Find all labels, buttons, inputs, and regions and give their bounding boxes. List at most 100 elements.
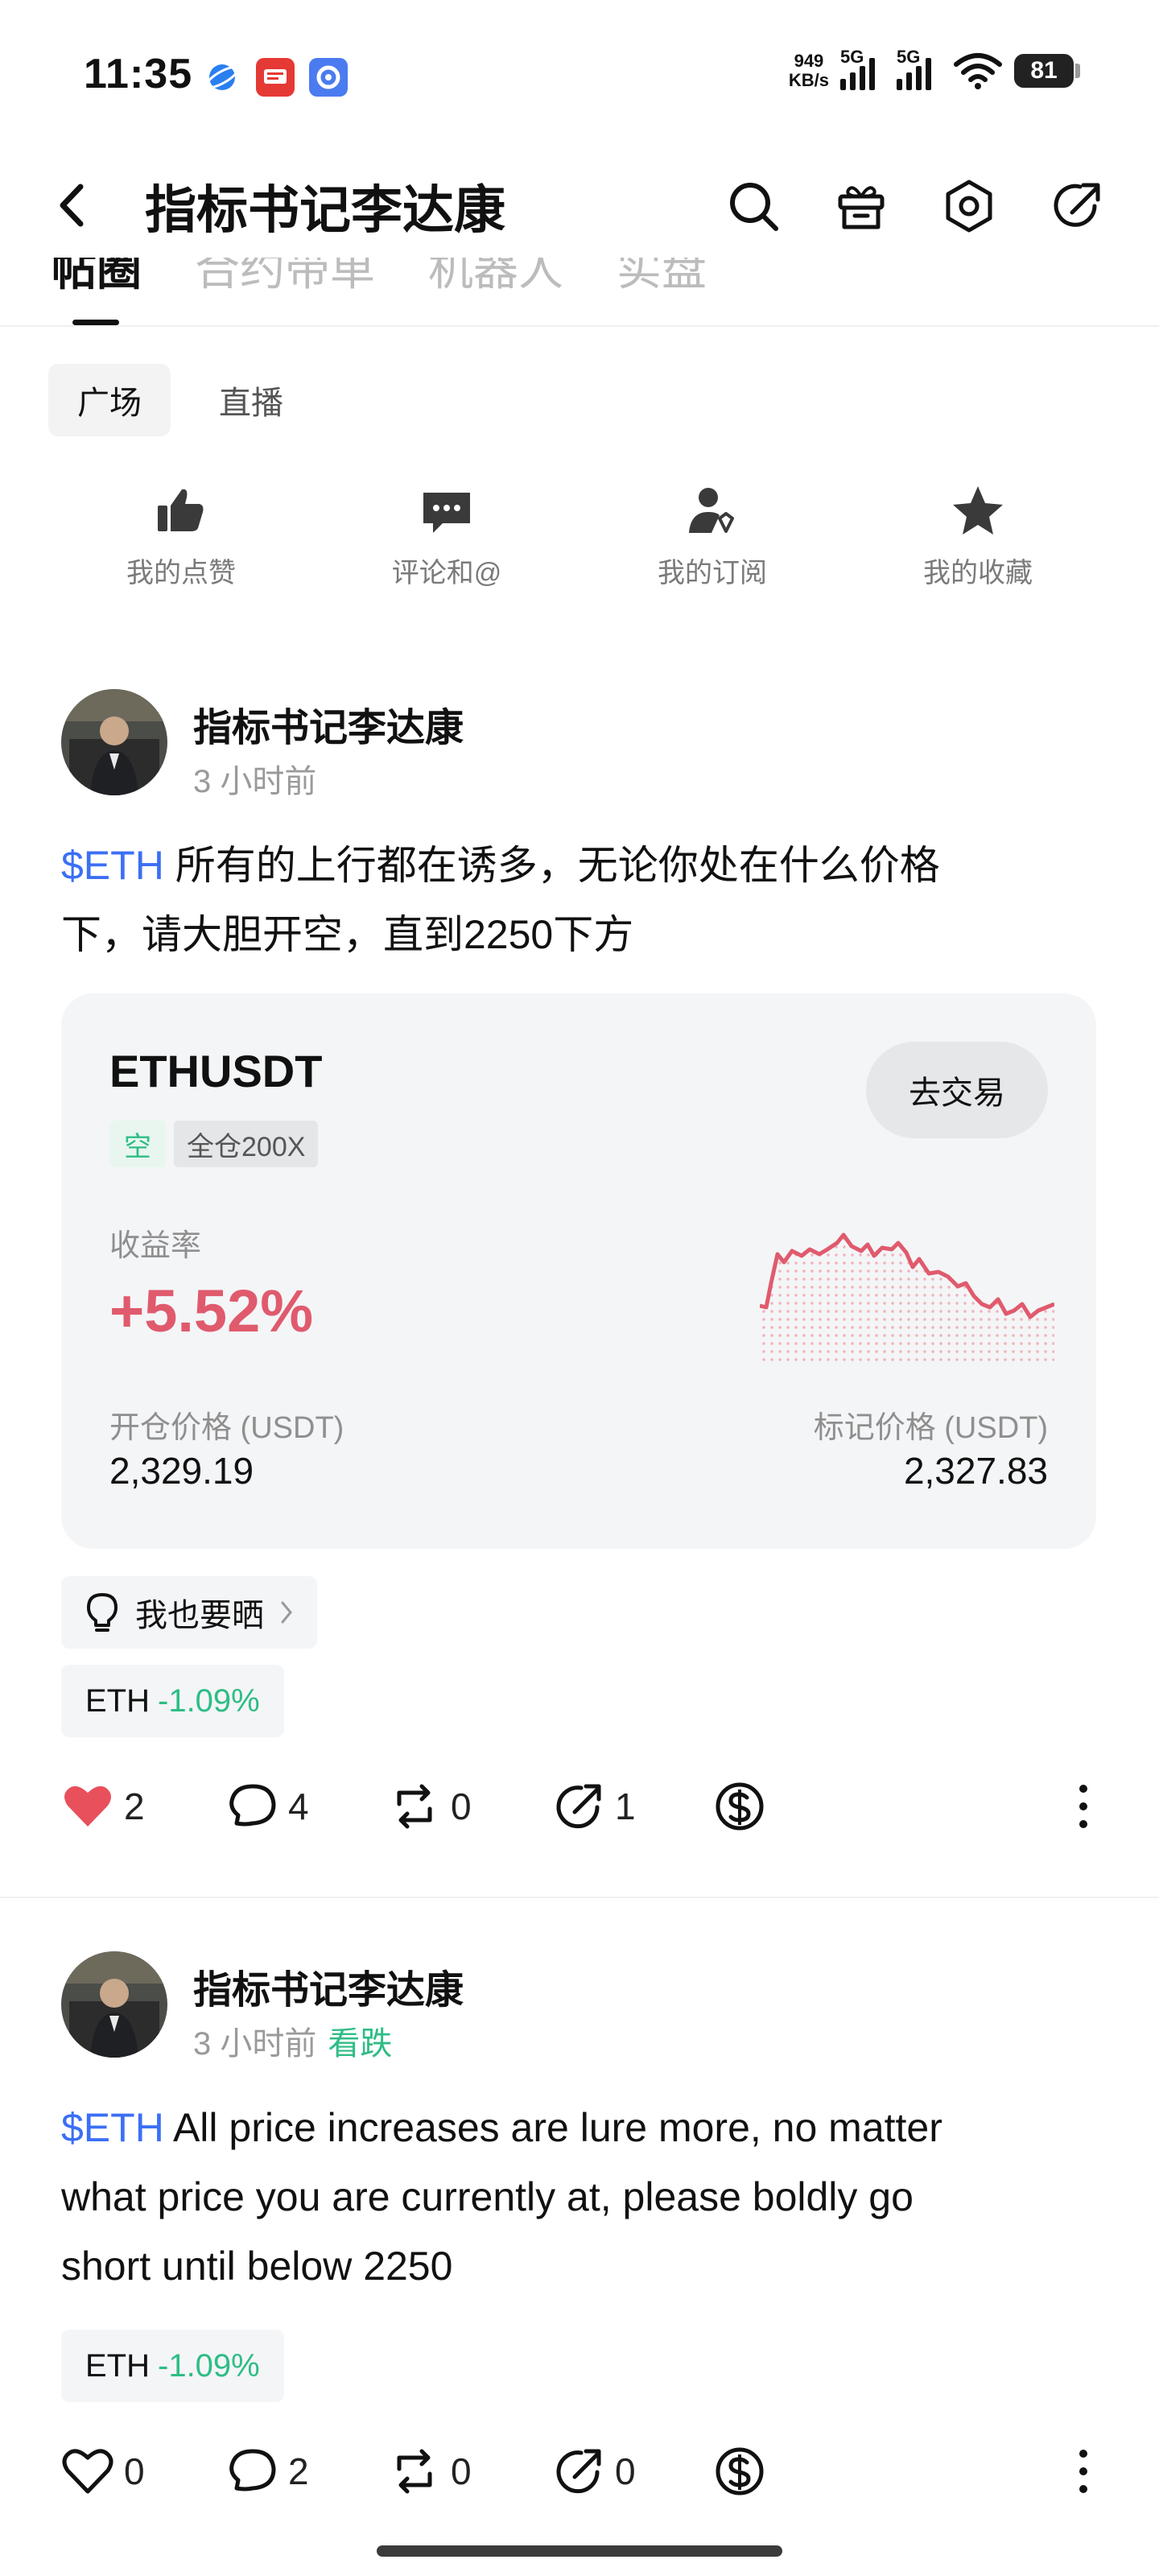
active-tab-indicator [72,320,119,325]
mark-price-label: 标记价格 (USDT) [813,1411,1048,1445]
repost-button[interactable]: 0 [388,1774,472,1839]
post-card: 指标书记李达康 3 小时前 看跌 $ETH All price increases… [0,1951,1159,2531]
repost-button[interactable]: 0 [388,2439,472,2504]
my-favorites-button[interactable]: 我的收藏 [845,483,1111,590]
status-bar: 11:35 949 KB/s 5G 5G 81 [0,0,1159,145]
search-icon [730,183,778,231]
more-options-button[interactable] [1067,1774,1099,1839]
mark-price-value: 2,327.83 [903,1450,1048,1492]
battery-indicator: 81 [1014,54,1080,88]
my-likes-label: 我的点赞 [126,558,236,588]
share-button[interactable] [1048,177,1106,235]
post-text: $ETH 所有的上行都在诱多，无论你处在什么价格 下，请大胆开空，直到2250下… [61,843,940,957]
dollar-coin-icon [716,2447,764,2496]
post-text: $ETH All price increases are lure more, … [61,2105,942,2289]
comment-bubble-icon [229,2449,276,2491]
gift-icon [838,186,885,229]
go-trade-button[interactable]: 去交易 [866,1042,1048,1138]
open-price-label: 开仓价格 (USDT) [109,1411,344,1445]
like-button[interactable]: 2 [61,1774,145,1839]
post-card: 指标书记李达康 3 小时前 $ETH 所有的上行都在诱多，无论你处在什么价格 下… [0,689,1159,1872]
trade-position-card[interactable]: ETHUSDT 空 全仓200X 去交易 收益率 +5.52% 开仓价格 (US… [61,993,1096,1549]
tab-posts[interactable]: 帖圈 [52,258,142,299]
subscribe-icon [689,488,734,533]
post-divider [0,1897,1159,1898]
post-actions: 0 2 0 0 [61,2439,1099,2504]
open-price-value: 2,329.19 [109,1450,254,1492]
dollar-coin-icon [716,1782,764,1831]
author-name[interactable]: 指标书记李达康 [193,696,464,752]
signal-icon-2: 5G [897,47,942,90]
tip-button[interactable] [713,2439,766,2504]
tab-bots[interactable]: 机器人 [428,258,563,299]
ticker-link[interactable]: $ETH [61,843,164,888]
my-favorites-label: 我的收藏 [923,558,1033,588]
lightbulb-icon [87,1593,118,1632]
assistant-app-icon [309,58,348,97]
my-likes-button[interactable]: 我的点赞 [48,483,314,590]
my-subscriptions-label: 我的订阅 [658,558,767,588]
share-icon [1054,183,1100,227]
subtab-live[interactable]: 直播 [190,364,312,436]
like-count: 2 [124,1785,145,1827]
chip-symbol: ETH [85,2347,150,2384]
post-actions: 2 4 0 1 [61,1774,1099,1839]
chip-symbol: ETH [85,1682,150,1719]
star-icon [953,486,1003,535]
top-tabs: 帖圈 合约带单 机器人 实盘 [0,258,1159,327]
comment-bubble-icon [229,1784,276,1827]
comment-button[interactable]: 2 [225,2439,309,2504]
tab-live-account[interactable]: 实盘 [617,258,707,299]
ticker-link[interactable]: $ETH [61,2105,164,2150]
like-count: 0 [124,2450,145,2492]
comment-button[interactable]: 4 [225,1774,309,1839]
signal-icon: 5G [840,47,885,90]
sub-tabs: 广场 直播 [48,364,312,436]
gift-button[interactable] [832,177,890,235]
search-button[interactable] [724,177,782,235]
back-button[interactable] [48,177,97,233]
quick-actions: 我的点赞 评论和@ 我的订阅 我的收藏 [48,483,1111,590]
comments-mentions-label: 评论和@ [391,558,502,588]
post-time: 3 小时前 [193,2026,317,2062]
my-subscriptions-button[interactable]: 我的订阅 [580,483,845,590]
share-arrow-icon [556,1784,601,1829]
ticker-chip[interactable]: ETH -1.09% [61,1665,284,1737]
chip-change: -1.09% [158,1682,260,1719]
repost-icon [397,2449,432,2494]
chevron-right-icon [281,1601,292,1624]
leverage-badge: 全仓200X [174,1121,319,1167]
like-button[interactable]: 0 [61,2439,145,2504]
comment-icon [423,493,470,533]
app-header: 指标书记李达康 [0,153,1159,258]
comments-mentions-button[interactable]: 评论和@ [314,483,580,590]
author-name[interactable]: 指标书记李达康 [193,1958,464,2014]
repost-count: 0 [451,1785,472,1827]
more-options-button[interactable] [1067,2439,1099,2504]
share-post-button[interactable]: 0 [552,2439,636,2504]
share-mine-button[interactable]: 我也要晒 [61,1576,317,1649]
avatar[interactable] [61,689,167,795]
net-speed: 949 KB/s [788,51,829,90]
comment-count: 4 [288,1785,309,1827]
tip-button[interactable] [713,1774,766,1839]
browser-app-icon [203,58,241,97]
subtab-square[interactable]: 广场 [48,364,171,436]
ticker-chip[interactable]: ETH -1.09% [61,2330,284,2402]
heart-outline-icon [62,2449,113,2494]
back-icon [60,184,84,227]
news-app-icon [256,58,295,97]
status-time: 11:35 [84,51,193,97]
heart-icon [64,1785,111,1827]
page-title: 指标书记李达康 [145,181,505,239]
repost-icon [397,1784,432,1829]
settings-button[interactable] [940,177,998,235]
home-indicator[interactable] [377,2545,782,2557]
share-post-button[interactable]: 1 [552,1774,636,1839]
comment-count: 2 [288,2450,309,2492]
tab-copy-trading[interactable]: 合约带单 [195,258,375,299]
share-count: 1 [615,1785,636,1827]
avatar[interactable] [61,1951,167,2058]
status-indicators: 949 KB/s 5G 5G 81 [788,47,1080,95]
share-arrow-icon [556,2449,601,2494]
